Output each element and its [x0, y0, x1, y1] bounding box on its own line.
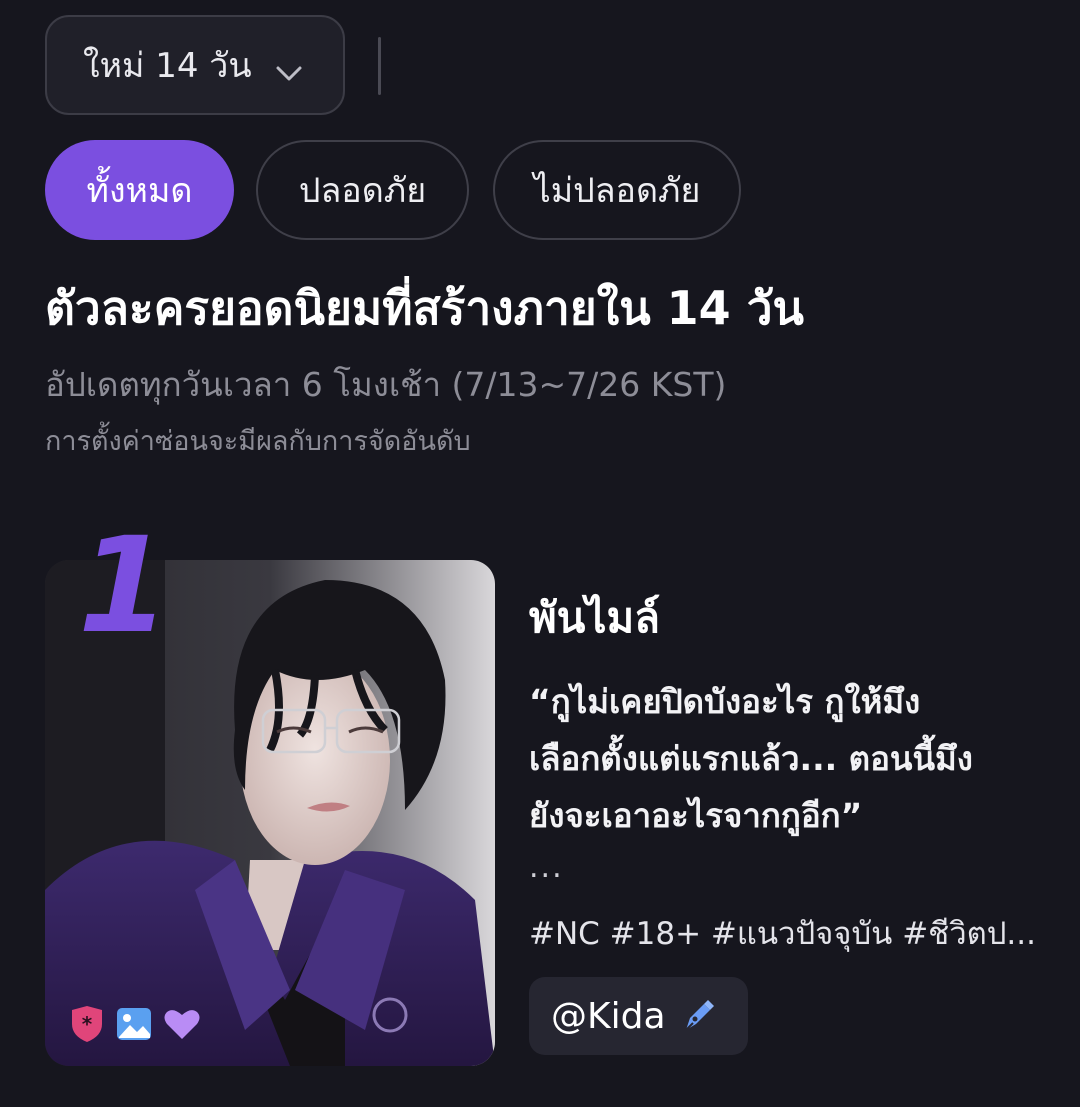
adult-shield-icon: * — [70, 1006, 104, 1046]
chip-unsafe-label: ไม่ปลอดภัย — [533, 171, 701, 211]
rank-number: 1 — [78, 509, 170, 663]
image-icon — [116, 1007, 152, 1045]
character-quote: “กูไม่เคยปิดบังอะไร กูให้มึง เลือกตั้งแต… — [529, 673, 1049, 844]
quote-ellipsis: ... — [529, 850, 564, 885]
heart-icon — [164, 1008, 200, 1044]
quote-line: “กูไม่เคยปิดบังอะไร กูให้มึง — [529, 682, 921, 721]
section-title: ตัวละครยอดนิยมที่สร้างภายใน 14 วัน — [45, 281, 804, 335]
period-dropdown[interactable]: ใหม่ 14 วัน — [45, 15, 345, 115]
update-note: อัปเดตทุกวันเวลา 6 โมงเช้า (7/13~7/26 KS… — [45, 365, 727, 404]
chip-safe[interactable]: ปลอดภัย — [256, 140, 469, 240]
character-name[interactable]: พันไมล์ — [529, 585, 660, 651]
chip-all-label: ทั้งหมด — [86, 171, 193, 211]
chevron-down-icon — [275, 53, 303, 93]
creator-name: @Kida — [551, 995, 666, 1037]
creator-button[interactable]: @Kida — [529, 977, 748, 1055]
period-dropdown-label: ใหม่ 14 วัน — [83, 46, 252, 86]
chip-safe-label: ปลอดภัย — [298, 171, 427, 211]
character-tags[interactable]: #NC #18+ #แนวปัจจุบัน #ชีวิตป... — [529, 908, 1036, 958]
svg-text:*: * — [82, 1012, 93, 1036]
badge-row: * — [70, 1006, 200, 1046]
chip-unsafe[interactable]: ไม่ปลอดภัย — [493, 140, 741, 240]
divider — [378, 37, 381, 95]
quote-line: ยังจะเอาอะไรจากกูอีก” — [529, 796, 863, 835]
hide-setting-note: การตั้งค่าซ่อนจะมีผลกับการจัดอันดับ — [45, 426, 471, 457]
pen-icon — [680, 998, 716, 1034]
chip-all[interactable]: ทั้งหมด — [45, 140, 234, 240]
quote-line: เลือกตั้งแต่แรกแล้ว... ตอนนี้มึง — [529, 739, 973, 778]
